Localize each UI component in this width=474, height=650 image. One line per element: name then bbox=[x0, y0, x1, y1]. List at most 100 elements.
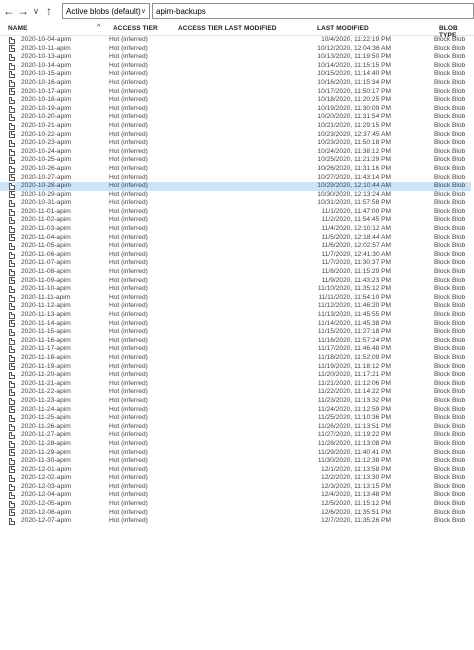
table-row[interactable]: 2020-11-02-apim Hot (inferred) 11/2/2020, … bbox=[0, 216, 474, 225]
access-tier: Hot (inferred) bbox=[109, 276, 148, 284]
column-header-access-tier[interactable]: ACCESS TIER bbox=[113, 25, 158, 32]
blob-name: 2020-12-06-apim bbox=[21, 508, 72, 516]
table-row[interactable]: 2020-11-08-apim Hot (inferred) 11/8/2020, … bbox=[0, 268, 474, 277]
table-row[interactable]: 2020-10-20-apim Hot (inferred) 10/20/2020,… bbox=[0, 113, 474, 122]
blob-type: Block Blob bbox=[434, 44, 466, 52]
file-icon bbox=[9, 337, 15, 345]
blob-type: Block Blob bbox=[434, 431, 466, 439]
table-row[interactable]: 2020-11-17-apim Hot (inferred) 11/17/2020,… bbox=[0, 345, 474, 354]
blob-view-dropdown[interactable]: Active blobs (default) ∨ bbox=[62, 3, 150, 19]
file-icon bbox=[9, 311, 15, 319]
table-row[interactable]: 2020-11-13-apim Hot (inferred) 11/13/2020,… bbox=[0, 311, 474, 320]
table-row[interactable]: 2020-11-06-apim Hot (inferred) 11/7/2020, … bbox=[0, 251, 474, 260]
access-tier: Hot (inferred) bbox=[109, 87, 148, 95]
table-row[interactable]: 2020-12-03-apim Hot (inferred) 12/3/2020, … bbox=[0, 483, 474, 492]
file-icon bbox=[9, 36, 15, 44]
table-row[interactable]: 2020-11-28-apim Hot (inferred) 11/28/2020,… bbox=[0, 440, 474, 449]
table-row[interactable]: 2020-11-11-apim Hot (inferred) 11/11/2020,… bbox=[0, 294, 474, 303]
table-row[interactable]: 2020-10-28-apim Hot (inferred) 10/29/2020,… bbox=[0, 182, 474, 191]
table-row[interactable]: 2020-12-04-apim Hot (inferred) 12/4/2020, … bbox=[0, 491, 474, 500]
toolbar: ← → ∨ ↑ Active blobs (default) ∨ apim-ba… bbox=[0, 0, 474, 22]
table-row[interactable]: 2020-11-21-apim Hot (inferred) 11/21/2020,… bbox=[0, 380, 474, 389]
table-row[interactable]: 2020-11-15-apim Hot (inferred) 11/15/2020,… bbox=[0, 328, 474, 337]
table-row[interactable]: 2020-10-29-apim Hot (inferred) 10/30/2020,… bbox=[0, 191, 474, 200]
table-row[interactable]: 2020-10-25-apim Hot (inferred) 10/25/2020,… bbox=[0, 156, 474, 165]
table-row[interactable]: 2020-10-21-apim Hot (inferred) 10/21/2020,… bbox=[0, 122, 474, 131]
table-row[interactable]: 2020-10-26-apim Hot (inferred) 10/26/2020,… bbox=[0, 165, 474, 174]
column-header-last-modified[interactable]: LAST MODIFIED bbox=[317, 25, 369, 32]
table-row[interactable]: 2020-12-02-apim Hot (inferred) 12/2/2020, … bbox=[0, 474, 474, 483]
path-input[interactable]: apim-backups bbox=[152, 3, 474, 19]
blob-name: 2020-10-14-apim bbox=[21, 61, 72, 69]
last-modified: 11/8/2020, 11:15:29 PM bbox=[321, 268, 391, 276]
last-modified: 11/16/2020, 11:57:24 PM bbox=[317, 336, 391, 344]
blob-name: 2020-11-08-apim bbox=[21, 268, 71, 276]
table-row[interactable]: 2020-11-19-apim Hot (inferred) 11/19/2020,… bbox=[0, 363, 474, 372]
table-row[interactable]: 2020-12-05-apim Hot (inferred) 12/5/2020, … bbox=[0, 500, 474, 509]
table-row[interactable]: 2020-11-03-apim Hot (inferred) 11/4/2020, … bbox=[0, 225, 474, 234]
table-row[interactable]: 2020-11-10-apim Hot (inferred) 11/10/2020,… bbox=[0, 285, 474, 294]
table-row[interactable]: 2020-10-17-apim Hot (inferred) 10/17/2020,… bbox=[0, 88, 474, 97]
last-modified: 12/7/2020, 11:35:26 PM bbox=[321, 517, 391, 525]
file-icon bbox=[9, 234, 15, 242]
table-row[interactable]: 2020-10-14-apim Hot (inferred) 10/14/2020,… bbox=[0, 62, 474, 71]
table-row[interactable]: 2020-11-25-apim Hot (inferred) 11/25/2020,… bbox=[0, 414, 474, 423]
file-icon bbox=[9, 475, 15, 483]
file-icon bbox=[9, 105, 15, 113]
sort-ascending-icon[interactable]: ^ bbox=[97, 24, 100, 31]
file-icon bbox=[9, 268, 15, 276]
table-row[interactable]: 2020-11-24-apim Hot (inferred) 11/24/2020,… bbox=[0, 406, 474, 415]
table-row[interactable]: 2020-10-04-apim Hot (inferred) 10/4/2020, … bbox=[0, 36, 474, 45]
table-row[interactable]: 2020-10-18-apim Hot (inferred) 10/18/2020,… bbox=[0, 96, 474, 105]
table-row[interactable]: 2020-11-22-apim Hot (inferred) 11/22/2020,… bbox=[0, 388, 474, 397]
table-row[interactable]: 2020-10-15-apim Hot (inferred) 10/15/2020,… bbox=[0, 70, 474, 79]
up-arrow-icon[interactable]: ↑ bbox=[42, 2, 56, 20]
blob-type: Block Blob bbox=[434, 130, 466, 138]
access-tier: Hot (inferred) bbox=[109, 302, 148, 310]
last-modified: 10/14/2020, 11:15:15 PM bbox=[317, 61, 391, 69]
table-row[interactable]: 2020-10-16-apim Hot (inferred) 10/16/2020,… bbox=[0, 79, 474, 88]
history-chevron-down-icon[interactable]: ∨ bbox=[30, 2, 42, 20]
table-row[interactable]: 2020-11-23-apim Hot (inferred) 11/23/2020,… bbox=[0, 397, 474, 406]
table-row[interactable]: 2020-11-09-apim Hot (inferred) 11/9/2020, … bbox=[0, 277, 474, 286]
access-tier: Hot (inferred) bbox=[109, 70, 148, 78]
table-row[interactable]: 2020-12-06-apim Hot (inferred) 12/6/2020, … bbox=[0, 509, 474, 518]
table-row[interactable]: 2020-10-11-apim Hot (inferred) 10/12/2020,… bbox=[0, 45, 474, 54]
table-row[interactable]: 2020-11-30-apim Hot (inferred) 11/30/2020,… bbox=[0, 457, 474, 466]
access-tier: Hot (inferred) bbox=[109, 216, 148, 224]
table-row[interactable]: 2020-11-29-apim Hot (inferred) 11/29/2020,… bbox=[0, 449, 474, 458]
table-row[interactable]: 2020-10-31-apim Hot (inferred) 10/31/2020,… bbox=[0, 199, 474, 208]
forward-arrow-icon[interactable]: → bbox=[16, 2, 30, 20]
last-modified: 11/9/2020, 11:43:23 PM bbox=[321, 276, 391, 284]
file-icon bbox=[9, 208, 15, 216]
blob-name: 2020-11-27-apim bbox=[21, 431, 71, 439]
table-row[interactable]: 2020-11-07-apim Hot (inferred) 11/7/2020, … bbox=[0, 259, 474, 268]
blob-type: Block Blob bbox=[434, 216, 466, 224]
last-modified: 11/7/2020, 11:30:37 PM bbox=[321, 259, 391, 267]
table-row[interactable]: 2020-10-19-apim Hot (inferred) 10/19/2020,… bbox=[0, 105, 474, 114]
table-row[interactable]: 2020-10-13-apim Hot (inferred) 10/13/2020,… bbox=[0, 53, 474, 62]
table-row[interactable]: 2020-10-27-apim Hot (inferred) 10/27/2020,… bbox=[0, 174, 474, 183]
table-row[interactable]: 2020-11-27-apim Hot (inferred) 11/27/2020,… bbox=[0, 431, 474, 440]
table-row[interactable]: 2020-11-14-apim Hot (inferred) 11/14/2020,… bbox=[0, 320, 474, 329]
table-row[interactable]: 2020-11-12-apim Hot (inferred) 11/12/2020,… bbox=[0, 302, 474, 311]
blob-type: Block Blob bbox=[434, 182, 466, 190]
column-header-access-tier-last-modified[interactable]: ACCESS TIER LAST MODIFIED bbox=[178, 25, 277, 32]
table-row[interactable]: 2020-11-20-apim Hot (inferred) 11/20/2020,… bbox=[0, 371, 474, 380]
table-row[interactable]: 2020-11-18-apim Hot (inferred) 11/18/2020,… bbox=[0, 354, 474, 363]
column-header-name[interactable]: NAME bbox=[8, 25, 28, 32]
blob-type: Block Blob bbox=[434, 293, 466, 301]
back-arrow-icon[interactable]: ← bbox=[2, 2, 16, 20]
table-row[interactable]: 2020-11-05-apim Hot (inferred) 11/6/2020, … bbox=[0, 242, 474, 251]
table-row[interactable]: 2020-10-24-apim Hot (inferred) 10/24/2020,… bbox=[0, 148, 474, 157]
table-row[interactable]: 2020-12-07-apim Hot (inferred) 12/7/2020, … bbox=[0, 517, 474, 526]
table-row[interactable]: 2020-11-16-apim Hot (inferred) 11/16/2020,… bbox=[0, 337, 474, 346]
table-row[interactable]: 2020-11-01-apim Hot (inferred) 11/1/2020, … bbox=[0, 208, 474, 217]
table-row[interactable]: 2020-10-22-apim Hot (inferred) 10/23/2020,… bbox=[0, 131, 474, 140]
blob-name: 2020-11-10-apim bbox=[21, 285, 71, 293]
access-tier: Hot (inferred) bbox=[109, 465, 148, 473]
table-row[interactable]: 2020-11-04-apim Hot (inferred) 11/5/2020, … bbox=[0, 234, 474, 243]
table-row[interactable]: 2020-11-26-apim Hot (inferred) 11/26/2020,… bbox=[0, 423, 474, 432]
table-row[interactable]: 2020-12-01-apim Hot (inferred) 12/1/2020, … bbox=[0, 466, 474, 475]
table-row[interactable]: 2020-10-23-apim Hot (inferred) 10/23/2020,… bbox=[0, 139, 474, 148]
